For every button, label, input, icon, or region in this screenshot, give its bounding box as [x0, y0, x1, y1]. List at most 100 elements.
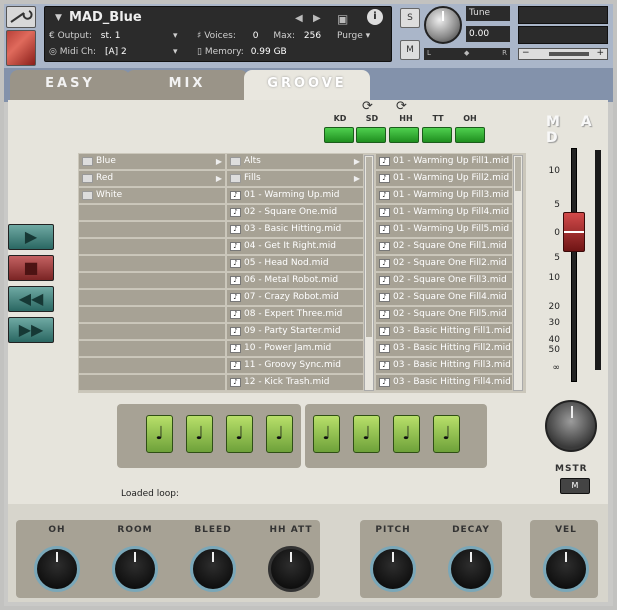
- output-row[interactable]: € Output: st. 1 ▾: [49, 31, 178, 41]
- tab-groove[interactable]: GROOVE: [244, 70, 370, 100]
- purge-button[interactable]: Purge: [337, 31, 363, 41]
- link-sd-icon[interactable]: ⟳: [362, 99, 373, 114]
- groove-item[interactable]: ♪ 03 - Basic Hitting.mid: [227, 222, 363, 238]
- beat-pad[interactable]: ♩: [146, 415, 173, 453]
- fill-item[interactable]: ♪ 01 - Warming Up Fill4.mid: [376, 205, 512, 221]
- fill-item[interactable]: ♪ 03 - Basic Hitting Fill1.mid: [376, 324, 512, 340]
- camera-icon[interactable]: ▣: [337, 12, 348, 26]
- output-value[interactable]: st. 1: [101, 31, 121, 41]
- beat-pad[interactable]: ♩: [266, 415, 293, 453]
- fader-scale-tick: 50: [548, 345, 560, 355]
- fill-scroll-thumb[interactable]: [515, 157, 521, 191]
- rewind-button[interactable]: ◀◀: [8, 286, 54, 312]
- cell-label: 01 - Warming Up Fill3.mid: [393, 190, 510, 200]
- master-fader-handle[interactable]: [563, 212, 585, 252]
- master-mute-button[interactable]: M: [560, 478, 590, 494]
- beat-pad[interactable]: ♩: [226, 415, 253, 453]
- master-knob[interactable]: [545, 400, 597, 452]
- link-hh-icon[interactable]: ⟳: [396, 99, 407, 114]
- tune-knob[interactable]: [424, 6, 462, 44]
- kit-toggle-tt[interactable]: [422, 127, 452, 143]
- fill-item[interactable]: ♪ 01 - Warming Up Fill1.mid: [376, 154, 512, 170]
- purge-row[interactable]: Purge ▾: [337, 31, 370, 41]
- groove-item[interactable]: ♪ 01 - Warming Up.mid: [227, 188, 363, 204]
- info-icon[interactable]: i: [367, 9, 383, 25]
- instrument-name[interactable]: MAD_Blue: [69, 10, 142, 25]
- fill-item[interactable]: ♪ 03 - Basic Hitting Fill3.mid: [376, 358, 512, 374]
- fill-item[interactable]: ♪ 02 - Square One Fill3.mid: [376, 273, 512, 289]
- cell-label: 02 - Square One Fill2.mid: [393, 258, 507, 268]
- tune-value[interactable]: 0.00: [466, 26, 510, 42]
- folder-item[interactable]: White: [79, 188, 225, 204]
- volume-level-bar: [549, 52, 589, 56]
- groove-item[interactable]: ♪ 04 - Get It Right.mid: [227, 239, 363, 255]
- groove-item[interactable]: ♪ 07 - Crazy Robot.mid: [227, 290, 363, 306]
- beat-pad[interactable]: ♩: [186, 415, 213, 453]
- knob-decay[interactable]: [448, 546, 494, 592]
- wrench-icon[interactable]: [6, 6, 36, 28]
- groove-item[interactable]: ♪ 08 - Expert Three.mid: [227, 307, 363, 323]
- groove-scroll-thumb[interactable]: [366, 157, 372, 337]
- folder-item[interactable]: Red ▶: [79, 171, 225, 187]
- master-fader-track[interactable]: [571, 148, 577, 382]
- groove-scrollbar[interactable]: [364, 155, 374, 391]
- next-instrument-icon[interactable]: ▶: [313, 13, 321, 24]
- volume-slider[interactable]: − +: [518, 48, 608, 60]
- category-item[interactable]: Fills ▶: [227, 171, 363, 187]
- fill-item[interactable]: ♪ 03 - Basic Hitting Fill2.mid: [376, 341, 512, 357]
- purge-dropdown-icon[interactable]: ▾: [366, 31, 371, 41]
- midi-channel-value[interactable]: [A] 2: [105, 47, 127, 57]
- beat-pad[interactable]: ♩: [393, 415, 420, 453]
- kit-toggle-hh[interactable]: [389, 127, 419, 143]
- fill-item[interactable]: ♪ 02 - Square One Fill1.mid: [376, 239, 512, 255]
- fill-item[interactable]: ♪ 01 - Warming Up Fill5.mid: [376, 222, 512, 238]
- prev-instrument-icon[interactable]: ◀: [295, 13, 303, 24]
- collapse-caret-icon[interactable]: ▼: [55, 13, 62, 23]
- category-item[interactable]: Alts ▶: [227, 154, 363, 170]
- kit-toggle-kd[interactable]: [324, 127, 354, 143]
- voices-value: 0: [252, 31, 259, 41]
- kit-toggle-sd[interactable]: [356, 127, 386, 143]
- mute-button[interactable]: M: [400, 40, 420, 60]
- knob-pitch[interactable]: [370, 546, 416, 592]
- beat-pad[interactable]: ♩: [313, 415, 340, 453]
- groove-item[interactable]: ♪ 06 - Metal Robot.mid: [227, 273, 363, 289]
- output-dropdown-icon[interactable]: ▾: [173, 31, 178, 41]
- fill-item[interactable]: ♪ 01 - Warming Up Fill2.mid: [376, 171, 512, 187]
- groove-item[interactable]: ♪ 02 - Square One.mid: [227, 205, 363, 221]
- knob-room[interactable]: [112, 546, 158, 592]
- groove-item[interactable]: ♪ 12 - Kick Trash.mid: [227, 375, 363, 391]
- groove-item[interactable]: ♪ 10 - Power Jam.mid: [227, 341, 363, 357]
- groove-item[interactable]: ♪ 05 - Head Nod.mid: [227, 256, 363, 272]
- groove-item[interactable]: ♪ 09 - Party Starter.mid: [227, 324, 363, 340]
- pan-slider[interactable]: L ◆ R: [424, 48, 510, 60]
- fill-scrollbar[interactable]: [513, 155, 523, 391]
- knob-oh[interactable]: [34, 546, 80, 592]
- fill-item[interactable]: ♪ 03 - Basic Hitting Fill4.mid: [376, 375, 512, 391]
- stop-button[interactable]: ■: [8, 255, 54, 281]
- fast-forward-button[interactable]: ▶▶: [8, 317, 54, 343]
- cell-label: 01 - Warming Up.mid: [244, 190, 340, 200]
- fill-item[interactable]: ♪ 02 - Square One Fill5.mid: [376, 307, 512, 323]
- beat-pad[interactable]: ♩: [433, 415, 460, 453]
- knob-hh-att[interactable]: [268, 546, 314, 592]
- cell-label: 11 - Groovy Sync.mid: [244, 360, 341, 370]
- solo-button[interactable]: S: [400, 8, 420, 28]
- fill-item[interactable]: ♪ 02 - Square One Fill4.mid: [376, 290, 512, 306]
- max-voices-value[interactable]: 256: [304, 31, 321, 41]
- volume-minus-icon[interactable]: −: [522, 48, 530, 58]
- midi-row[interactable]: ◎ Midi Ch: [A] 2 ▾: [49, 47, 178, 57]
- knob-vel[interactable]: [543, 546, 589, 592]
- fill-item[interactable]: ♪ 02 - Square One Fill2.mid: [376, 256, 512, 272]
- groove-item[interactable]: ♪ 11 - Groovy Sync.mid: [227, 358, 363, 374]
- folder-item[interactable]: Blue ▶: [79, 154, 225, 170]
- kit-toggle-oh[interactable]: [455, 127, 485, 143]
- tab-easy[interactable]: EASY: [10, 70, 130, 100]
- beat-pad[interactable]: ♩: [353, 415, 380, 453]
- volume-plus-icon[interactable]: +: [596, 48, 604, 58]
- tab-mix[interactable]: MIX: [126, 70, 248, 100]
- play-button[interactable]: ▶: [8, 224, 54, 250]
- midi-dropdown-icon[interactable]: ▾: [173, 47, 178, 57]
- knob-bleed[interactable]: [190, 546, 236, 592]
- fill-item[interactable]: ♪ 01 - Warming Up Fill3.mid: [376, 188, 512, 204]
